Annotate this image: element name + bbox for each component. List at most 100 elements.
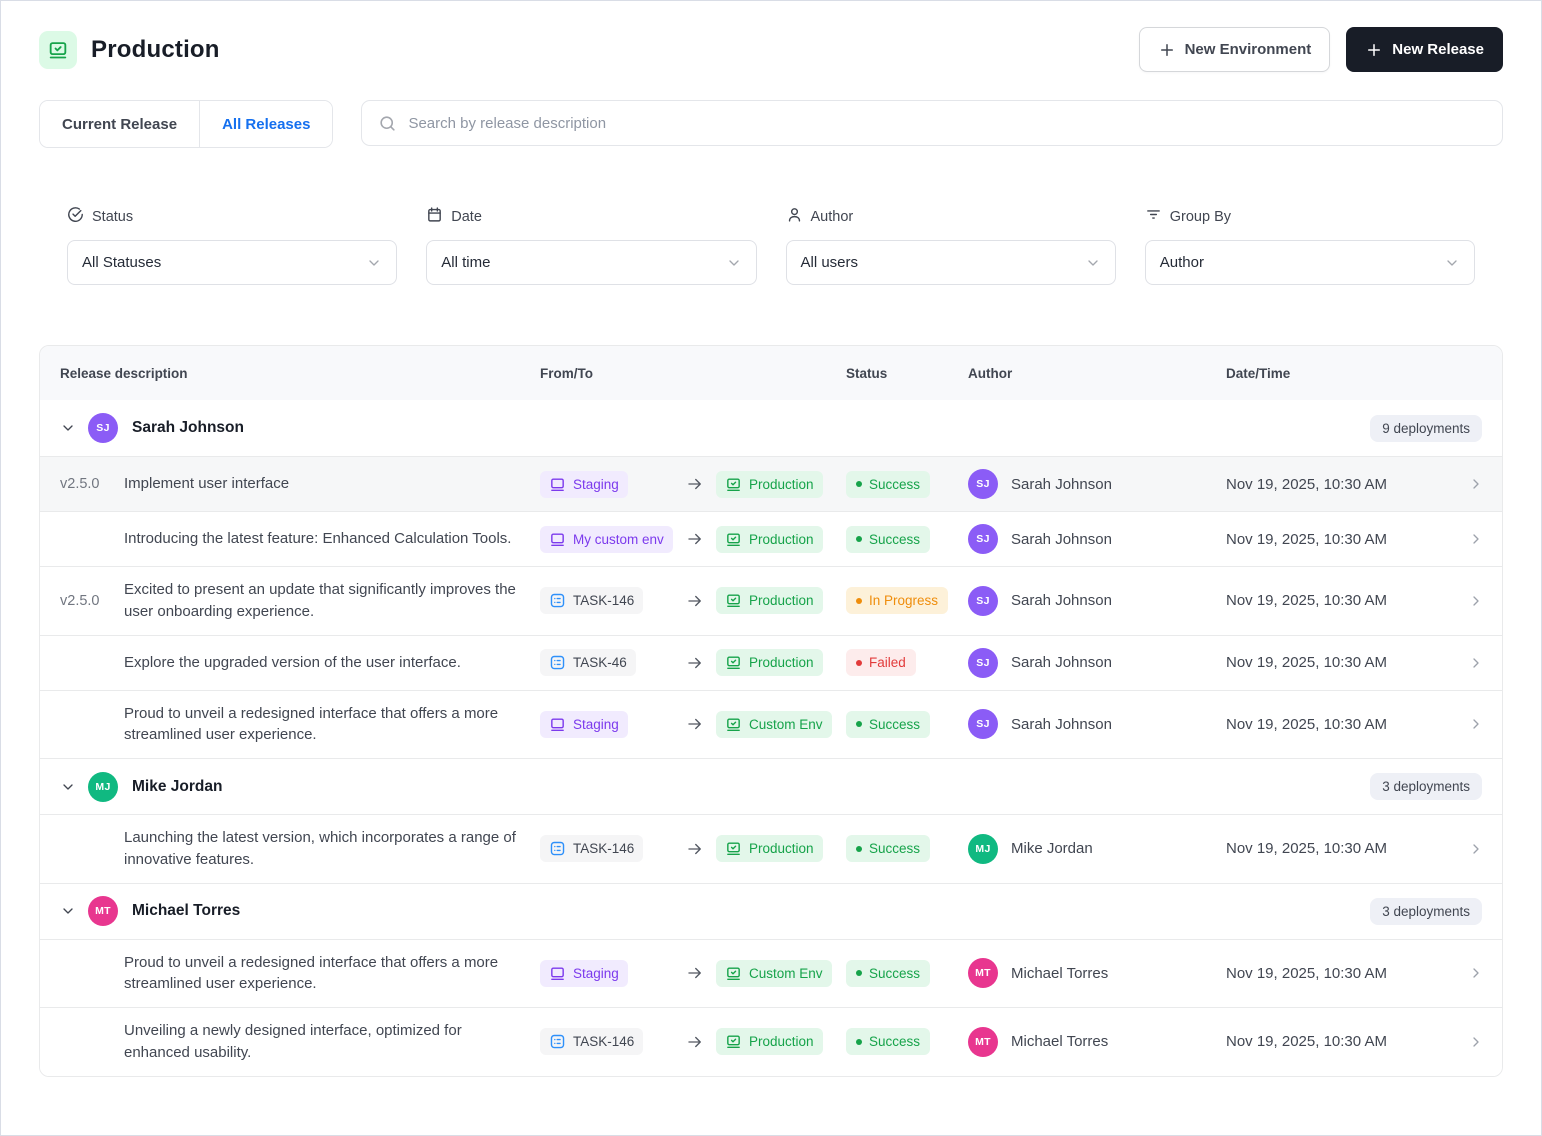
from-env: TASK-146 xyxy=(540,835,686,862)
calendar-icon xyxy=(426,206,443,227)
status-cell: Failed xyxy=(846,649,968,676)
avatar: SJ xyxy=(968,648,998,678)
group-header-row[interactable]: MJMike Jordan3 deployments xyxy=(40,758,1502,814)
env-badge-label: Production xyxy=(749,593,814,608)
author-select[interactable]: All users xyxy=(786,240,1116,285)
title-wrap: Production xyxy=(39,31,220,69)
avatar: MT xyxy=(88,896,118,926)
group-header-row[interactable]: SJSarah Johnson 9 deployments xyxy=(40,400,1502,456)
production-laptop-check-icon xyxy=(39,31,77,69)
env-badge: Staging xyxy=(540,471,628,498)
arrow-right-icon xyxy=(686,592,704,610)
release-row[interactable]: Introducing the latest feature: Enhanced… xyxy=(40,511,1502,566)
env-badge: My custom env xyxy=(540,526,673,553)
arrow-right-icon xyxy=(686,715,704,733)
status-label: Success xyxy=(869,477,920,492)
status-select[interactable]: All Statuses xyxy=(67,240,397,285)
author-name: Michael Torres xyxy=(1011,965,1108,982)
page-title: Production xyxy=(91,36,220,64)
new-environment-button[interactable]: New Environment xyxy=(1139,27,1331,72)
deployments-count-badge: 9 deployments xyxy=(1370,415,1482,442)
author-name: Sarah Johnson xyxy=(1011,531,1112,548)
env-badge-label: Custom Env xyxy=(749,717,823,732)
status-dot-icon xyxy=(856,481,862,487)
release-row[interactable]: v2.5.0Implement user interfaceStagingPro… xyxy=(40,456,1502,511)
chevron-right-icon[interactable] xyxy=(1450,655,1484,671)
status-check-icon xyxy=(67,206,84,227)
release-row[interactable]: Launching the latest version, which inco… xyxy=(40,814,1502,883)
status-cell: Success xyxy=(846,960,968,987)
status-cell: Success xyxy=(846,1028,968,1055)
chevron-right-icon[interactable] xyxy=(1450,531,1484,547)
release-row[interactable]: Proud to unveil a redesigned interface t… xyxy=(40,690,1502,759)
tab-current-release[interactable]: Current Release xyxy=(40,101,199,147)
top-bar: Production New Environment New Release xyxy=(39,27,1503,72)
env-badge: Staging xyxy=(540,711,628,738)
laptop-check-icon xyxy=(725,716,742,733)
search-bar[interactable] xyxy=(361,100,1503,146)
laptop-check-icon xyxy=(725,1033,742,1050)
status-badge: Success xyxy=(846,711,930,738)
chevron-right-icon[interactable] xyxy=(1450,716,1484,732)
chevron-down-icon xyxy=(366,255,382,271)
env-badge-label: Production xyxy=(749,477,814,492)
from-env: Staging xyxy=(540,471,686,498)
search-icon xyxy=(378,114,397,133)
plus-icon xyxy=(1158,41,1176,59)
release-row[interactable]: Unveiling a newly designed interface, op… xyxy=(40,1007,1502,1076)
env-badge: Production xyxy=(716,1028,823,1055)
env-badge-label: Staging xyxy=(573,477,619,492)
laptop-icon xyxy=(549,965,566,982)
env-badge-label: Production xyxy=(749,655,814,670)
datetime: Nov 19, 2025, 10:30 AM xyxy=(1226,654,1450,671)
env-badge: Production xyxy=(716,835,823,862)
filter-author: Author All users xyxy=(786,206,1116,285)
status-badge: Success xyxy=(846,835,930,862)
release-description: Excited to present an update that signif… xyxy=(124,579,540,623)
author-cell: MJMike Jordan xyxy=(968,834,1226,864)
env-badge-label: Staging xyxy=(573,966,619,981)
filter-date: Date All time xyxy=(426,206,756,285)
task-icon xyxy=(549,1033,566,1050)
search-input[interactable] xyxy=(408,115,1486,132)
env-badge-label: TASK-46 xyxy=(573,655,627,670)
group-by-select[interactable]: Author xyxy=(1145,240,1475,285)
chevron-right-icon[interactable] xyxy=(1450,841,1484,857)
group-left: SJSarah Johnson xyxy=(60,413,244,443)
date-select[interactable]: All time xyxy=(426,240,756,285)
chevron-right-icon[interactable] xyxy=(1450,593,1484,609)
status-dot-icon xyxy=(856,1039,862,1045)
release-row[interactable]: Explore the upgraded version of the user… xyxy=(40,635,1502,690)
release-row[interactable]: v2.5.0Excited to present an update that … xyxy=(40,566,1502,635)
release-version: v2.5.0 xyxy=(60,476,124,492)
group-header-row[interactable]: MTMichael Torres3 deployments xyxy=(40,883,1502,939)
from-to-cell: StagingCustom Env xyxy=(540,960,846,987)
chevron-right-icon[interactable] xyxy=(1450,476,1484,492)
chevron-right-icon[interactable] xyxy=(1450,1034,1484,1050)
author-cell: MTMichael Torres xyxy=(968,1027,1226,1057)
status-dot-icon xyxy=(856,660,862,666)
avatar: MJ xyxy=(968,834,998,864)
controls-row: Current Release All Releases xyxy=(39,100,1503,148)
author-cell: SJSarah Johnson xyxy=(968,469,1226,499)
datetime: Nov 19, 2025, 10:30 AM xyxy=(1226,840,1450,857)
datetime: Nov 19, 2025, 10:30 AM xyxy=(1226,716,1450,733)
arrow-right-icon xyxy=(686,1033,704,1051)
status-dot-icon xyxy=(856,970,862,976)
chevron-right-icon[interactable] xyxy=(1450,965,1484,981)
group-left: MJMike Jordan xyxy=(60,772,222,802)
from-env: My custom env xyxy=(540,526,686,553)
chevron-down-icon xyxy=(726,255,742,271)
release-row[interactable]: Proud to unveil a redesigned interface t… xyxy=(40,939,1502,1008)
from-to-cell: TASK-146Production xyxy=(540,1028,846,1055)
avatar: MJ xyxy=(88,772,118,802)
status-badge: Success xyxy=(846,471,930,498)
tab-all-releases[interactable]: All Releases xyxy=(199,101,332,147)
app-window: Production New Environment New Release C… xyxy=(0,0,1542,1136)
from-to-cell: My custom envProduction xyxy=(540,526,846,553)
release-description: Introducing the latest feature: Enhanced… xyxy=(124,528,540,550)
new-release-button[interactable]: New Release xyxy=(1346,27,1503,72)
status-dot-icon xyxy=(856,846,862,852)
filter-status-label: Status xyxy=(67,206,397,227)
env-badge: TASK-46 xyxy=(540,649,636,676)
